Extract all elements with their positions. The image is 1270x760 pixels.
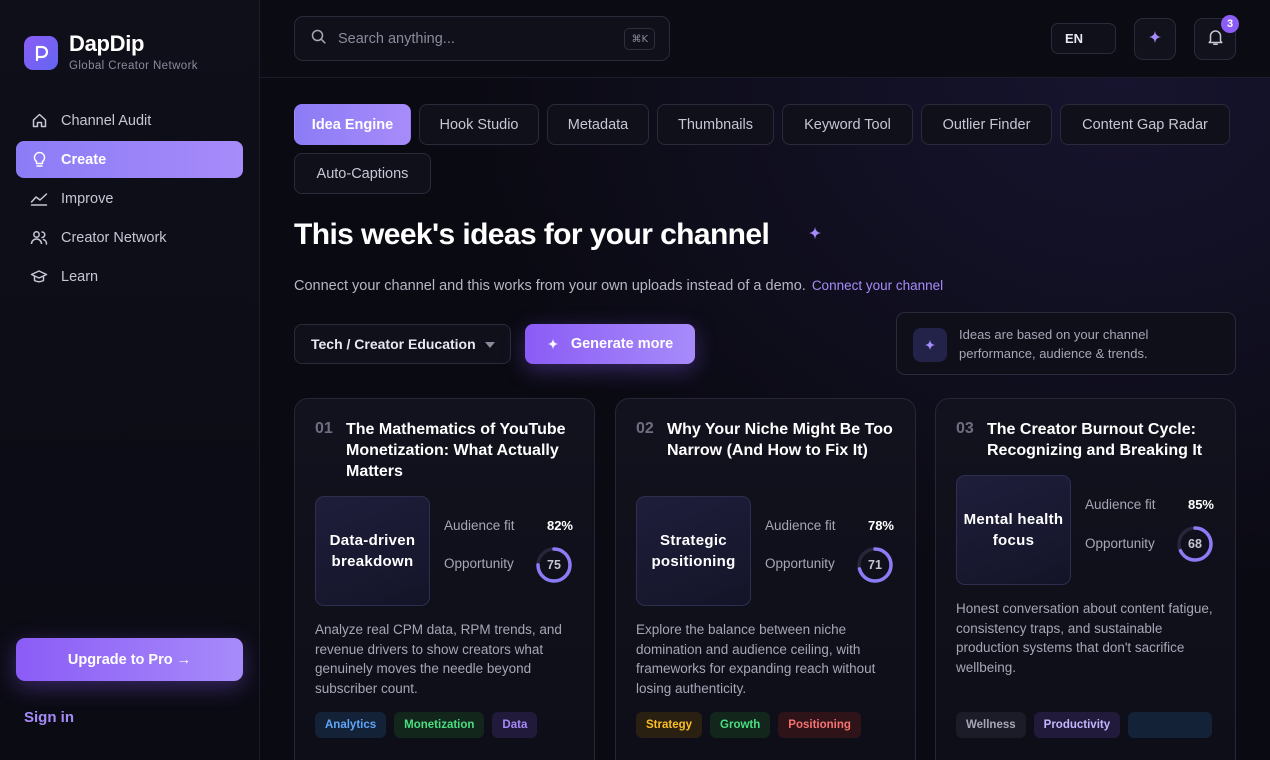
niche-select[interactable]: Tech / Creator Education [294, 324, 511, 364]
search-input[interactable] [338, 30, 608, 47]
users-icon [30, 229, 48, 247]
audience-fit-label: Audience fit [1085, 497, 1156, 512]
ai-sparkle-button[interactable] [1134, 18, 1176, 60]
audience-fit-value: 82% [546, 518, 573, 533]
idea-card[interactable]: 02 Why Your Niche Might Be Too Narrow (A… [615, 398, 916, 760]
audience-fit-value: 78% [867, 518, 894, 533]
opportunity-score: 68 [1188, 537, 1202, 551]
connect-channel-link[interactable]: Connect your channel [812, 278, 943, 293]
sidebar-item-improve[interactable]: Improve [16, 180, 243, 217]
tag[interactable]: Analytics [315, 712, 387, 738]
idea-number: 01 [315, 420, 333, 437]
idea-tags: Analytics Monetization Data [315, 712, 585, 738]
search-icon [311, 29, 326, 49]
idea-thumbnail: Data-driven breakdown [315, 496, 430, 606]
page-title: This week's ideas for your channel [294, 218, 770, 251]
opportunity-label: Opportunity [1085, 536, 1155, 551]
connect-prompt-text: Connect your channel and this works from… [294, 278, 806, 294]
connect-prompt: Connect your channel and this works from… [294, 278, 943, 294]
chevron-down-icon [485, 342, 495, 348]
audience-fit-label: Audience fit [765, 518, 836, 533]
home-icon [30, 112, 48, 130]
sidebar-item-label: Create [61, 151, 107, 168]
bell-icon [1207, 28, 1224, 51]
sidebar-item-learn[interactable]: Learn [16, 258, 243, 295]
sign-in-link[interactable]: Sign in [24, 709, 74, 726]
tab-idea-engine[interactable]: Idea Engine [294, 104, 411, 145]
sidebar-item-label: Learn [61, 268, 99, 285]
tab-thumbnails[interactable]: Thumbnails [657, 104, 774, 145]
idea-thumbnail: Strategic positioning [636, 496, 751, 606]
sidebar-item-label: Improve [61, 190, 114, 207]
notification-count-badge: 3 [1221, 15, 1239, 33]
sidebar: DapDip Global Creator Network Channel Au… [0, 0, 260, 760]
sidebar-item-create[interactable]: Create [16, 141, 243, 178]
tab-keyword-tool[interactable]: Keyword Tool [782, 104, 913, 145]
tag[interactable]: Growth [710, 712, 771, 738]
tag[interactable]: Positioning [778, 712, 861, 738]
brand[interactable]: DapDip Global Creator Network [24, 30, 198, 72]
top-header: ⌘K EN 3 [260, 0, 1270, 78]
idea-tags: Wellness Productivity [956, 712, 1226, 738]
audience-fit-value: 85% [1187, 497, 1214, 512]
generate-more-button[interactable]: Generate more [525, 324, 695, 364]
tab-metadata[interactable]: Metadata [547, 104, 649, 145]
opportunity-score: 75 [547, 558, 561, 572]
idea-card[interactable]: 03 The Creator Burnout Cycle: Recognizin… [935, 398, 1236, 760]
opportunity-score: 71 [868, 558, 882, 572]
opportunity-label: Opportunity [765, 556, 835, 571]
sparkle-icon [547, 338, 559, 350]
audience-fit-label: Audience fit [444, 518, 515, 533]
info-banner: Ideas are based on your channel performa… [896, 312, 1236, 375]
idea-description: Explore the balance between niche domina… [636, 622, 876, 696]
sidebar-item-channel-audit[interactable]: Channel Audit [16, 102, 243, 139]
idea-description: Analyze real CPM data, RPM trends, and r… [315, 622, 562, 696]
opportunity-label: Opportunity [444, 556, 514, 571]
upgrade-button[interactable]: Upgrade to Pro → [16, 638, 243, 681]
tab-hook-studio[interactable]: Hook Studio [419, 104, 539, 145]
generate-more-label: Generate more [570, 336, 674, 352]
idea-title: The Creator Burnout Cycle: Recognizing a… [987, 421, 1203, 459]
sparkle-icon [808, 226, 822, 245]
tag[interactable] [1128, 712, 1213, 738]
sidebar-nav: Channel Audit Create Improve Creator Net… [16, 102, 243, 297]
info-text: Ideas are based on your channel performa… [959, 327, 1149, 361]
idea-title: The Mathematics of YouTube Monetization:… [346, 421, 566, 480]
brand-logo-icon [24, 36, 58, 70]
sidebar-item-label: Creator Network [61, 229, 167, 246]
language-selector[interactable]: EN [1051, 23, 1116, 54]
brand-name: DapDip [69, 31, 145, 56]
niche-select-value: Tech / Creator Education [311, 336, 476, 352]
sidebar-item-label: Channel Audit [61, 112, 152, 129]
main-content: Idea Engine Hook Studio Metadata Thumbna… [260, 78, 1270, 760]
sparkle-icon [1148, 30, 1162, 49]
tab-content-gap-radar[interactable]: Content Gap Radar [1060, 104, 1230, 145]
idea-title: Why Your Niche Might Be Too Narrow (And … [667, 421, 893, 459]
keyboard-shortcut-badge: ⌘K [624, 28, 655, 50]
graduation-cap-icon [30, 268, 48, 286]
idea-number: 02 [636, 420, 654, 437]
idea-description: Honest conversation about content fatigu… [956, 601, 1213, 675]
sidebar-item-creator-network[interactable]: Creator Network [16, 219, 243, 256]
idea-number: 03 [956, 420, 974, 437]
tab-outlier-finder[interactable]: Outlier Finder [921, 104, 1052, 145]
tag[interactable]: Data [492, 712, 538, 738]
sparkle-icon [913, 328, 947, 362]
idea-thumbnail: Mental health focus [956, 475, 1071, 585]
lightbulb-icon [30, 151, 48, 169]
brand-tagline: Global Creator Network [69, 60, 198, 72]
tag[interactable]: Strategy [636, 712, 703, 738]
tag[interactable]: Wellness [956, 712, 1026, 738]
tab-auto-captions[interactable]: Auto-Captions [294, 153, 431, 194]
tag[interactable]: Monetization [394, 712, 485, 738]
idea-tags: Strategy Growth Positioning [636, 712, 906, 738]
idea-card[interactable]: 01 The Mathematics of YouTube Monetizati… [294, 398, 595, 760]
trend-icon [30, 190, 48, 208]
tag[interactable]: Productivity [1033, 712, 1121, 738]
search-bar[interactable]: ⌘K [294, 16, 670, 61]
